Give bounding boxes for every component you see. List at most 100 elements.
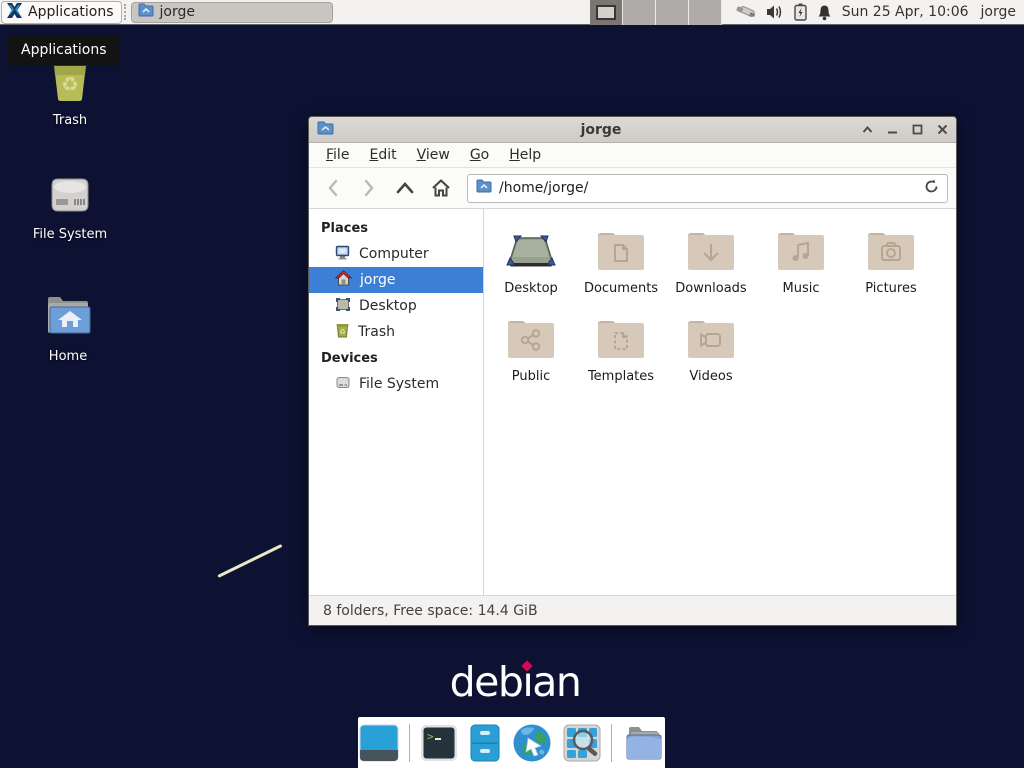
pictures-folder-icon (865, 223, 917, 279)
sidebar-item-desktop[interactable]: Desktop (309, 293, 483, 319)
videos-folder-icon (685, 311, 737, 367)
sidebar-item-label: jorge (360, 272, 395, 288)
sidebar-item-trash[interactable]: ♻ Trash (309, 319, 483, 345)
notifications-bell-icon[interactable] (817, 4, 832, 21)
desktop-scratch-artifact (217, 544, 282, 578)
applications-menu-label: Applications (28, 4, 114, 20)
desktop-icon-label: Trash (53, 113, 87, 128)
workspace-3[interactable] (656, 0, 689, 25)
close-button[interactable] (937, 124, 948, 135)
desktop-place-icon (335, 297, 351, 316)
panel-handle[interactable] (124, 4, 129, 20)
taskbar-window-label: jorge (160, 4, 195, 20)
sidebar-devices-header: Devices (309, 345, 483, 371)
home-icon (335, 270, 352, 290)
drive-small-icon (335, 376, 351, 393)
show-desktop-button[interactable] (358, 723, 400, 763)
xfce-menu-icon (6, 2, 23, 23)
back-button[interactable] (317, 173, 349, 203)
workspace-1[interactable] (590, 0, 623, 25)
window-folder-icon (317, 120, 334, 139)
desktop-icon-home[interactable]: Home (20, 293, 116, 364)
file-item-documents[interactable]: Documents (576, 223, 666, 311)
file-manager-launcher[interactable] (468, 723, 502, 763)
applications-menu-button[interactable]: Applications (1, 1, 122, 24)
documents-folder-icon (595, 223, 647, 279)
home-folder-icon (42, 293, 94, 343)
menu-edit[interactable]: Edit (360, 144, 405, 166)
menu-file[interactable]: File (317, 144, 358, 166)
desktop-icon-file-system[interactable]: File System (22, 173, 118, 242)
hard-drive-icon (44, 173, 96, 221)
forward-button[interactable] (353, 173, 385, 203)
location-path[interactable]: /home/jorge/ (499, 180, 917, 196)
status-text: 8 folders, Free space: 14.4 GiB (323, 603, 538, 619)
sidebar-item-computer[interactable]: Computer (309, 241, 483, 267)
minimize-button[interactable] (887, 125, 898, 134)
public-folder-icon (505, 311, 557, 367)
file-item-templates[interactable]: Templates (576, 311, 666, 399)
up-button[interactable] (389, 173, 421, 203)
taskbar-window-button[interactable]: jorge (131, 2, 333, 23)
workspace-window-preview (596, 5, 616, 20)
top-panel: Applications jorge (0, 0, 1024, 25)
reload-icon[interactable] (924, 179, 939, 198)
svg-text:>: > (427, 730, 434, 743)
sidebar: Places Computer (309, 209, 484, 595)
file-item-downloads[interactable]: Downloads (666, 223, 756, 311)
file-item-desktop[interactable]: Desktop (486, 223, 576, 311)
desktop-folder-icon (505, 223, 557, 279)
home-button[interactable] (425, 173, 457, 203)
downloads-folder-icon (685, 223, 737, 279)
applications-tooltip: Applications (8, 35, 120, 65)
file-view[interactable]: Desktop Documents (484, 209, 956, 595)
folder-menu-launcher[interactable] (621, 723, 665, 763)
trash-small-icon: ♻ (335, 322, 350, 342)
file-item-label: Downloads (675, 281, 746, 296)
sidebar-item-label: Trash (358, 324, 395, 340)
dock-separator (611, 724, 612, 762)
window-title: jorge (340, 122, 862, 138)
toolbar: /home/jorge/ (309, 168, 956, 209)
dock-panel: > (358, 717, 665, 768)
panel-clock[interactable]: Sun 25 Apr, 10:06 (842, 4, 969, 20)
sidebar-item-label: Computer (359, 246, 429, 262)
shade-button[interactable] (862, 125, 873, 134)
file-item-label: Public (512, 369, 550, 384)
computer-icon (335, 245, 351, 264)
debian-wordmark-pre: deb (450, 658, 523, 706)
location-bar[interactable]: /home/jorge/ (467, 174, 948, 203)
workspace-4[interactable] (689, 0, 722, 25)
web-browser-launcher[interactable] (511, 722, 553, 764)
file-item-public[interactable]: Public (486, 311, 576, 399)
sidebar-item-jorge[interactable]: jorge (309, 267, 483, 293)
file-item-music[interactable]: Music (756, 223, 846, 311)
volume-icon[interactable] (766, 4, 784, 20)
dock-separator (409, 724, 410, 762)
sidebar-places-header: Places (309, 215, 483, 241)
menu-help[interactable]: Help (500, 144, 550, 166)
sidebar-item-label: File System (359, 376, 439, 392)
app-finder-launcher[interactable] (562, 723, 602, 763)
maximize-button[interactable] (912, 124, 923, 135)
file-item-videos[interactable]: Videos (666, 311, 756, 399)
debian-wordmark-post: an (532, 658, 580, 706)
templates-folder-icon (595, 311, 647, 367)
file-item-label: Videos (689, 369, 732, 384)
location-folder-icon (476, 179, 492, 197)
system-tray (736, 3, 832, 21)
panel-username[interactable]: jorge (981, 4, 1016, 20)
file-item-pictures[interactable]: Pictures (846, 223, 936, 311)
desktop-icon-label: Home (49, 349, 87, 364)
sidebar-item-file-system[interactable]: File System (309, 371, 483, 397)
statusbar: 8 folders, Free space: 14.4 GiB (309, 595, 956, 625)
workspace-2[interactable] (623, 0, 656, 25)
workspace-switcher[interactable] (590, 0, 722, 25)
file-item-label: Pictures (865, 281, 916, 296)
terminal-launcher[interactable]: > (419, 723, 459, 763)
stylus-tray-icon[interactable] (736, 3, 756, 21)
menu-go[interactable]: Go (461, 144, 498, 166)
menu-view[interactable]: View (408, 144, 459, 166)
battery-charging-icon[interactable] (794, 3, 807, 21)
window-titlebar[interactable]: jorge (309, 117, 956, 143)
